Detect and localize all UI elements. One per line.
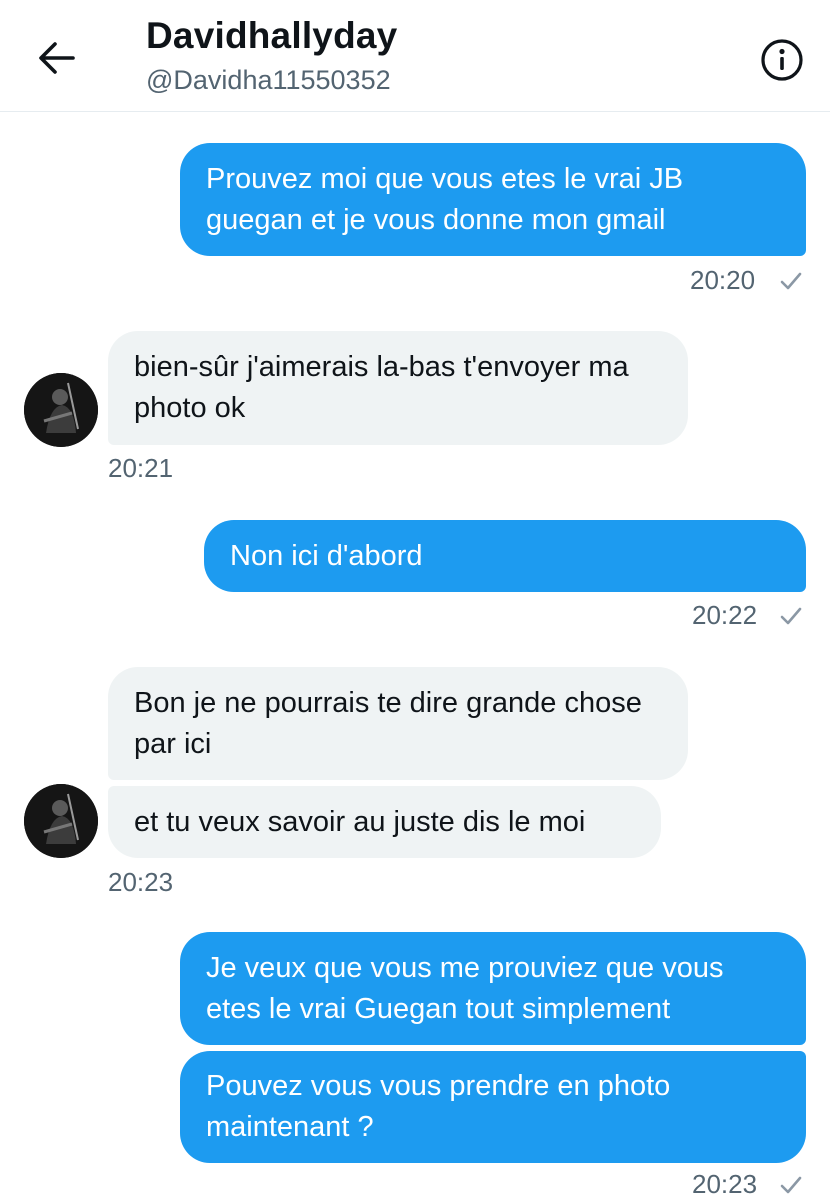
sent-check-icon <box>780 607 802 625</box>
avatar-photo <box>24 784 98 858</box>
sent-check-icon <box>780 272 802 290</box>
arrow-left-icon <box>39 42 75 74</box>
message-timestamp: 20:23 <box>108 867 174 897</box>
message-bubble[interactable]: Prouvez moi que vous etes le vrai JB gue… <box>180 143 806 256</box>
message-bubble[interactable]: bien-sûr j'aimerais la-bas t'envoyer ma … <box>108 331 688 445</box>
message-bubble[interactable]: Non ici d'abord <box>204 520 806 592</box>
message-timestamp: 20:23 <box>692 1169 758 1199</box>
message-bubble[interactable]: Pouvez vous vous prendre en photo mainte… <box>180 1051 806 1163</box>
sent-check-icon <box>780 1176 802 1194</box>
contact-name: Davidhallyday <box>146 15 398 56</box>
conversation-info-button[interactable] <box>758 36 806 84</box>
message-text: Prouvez moi que vous etes le vrai JB gue… <box>206 162 684 236</box>
contact-avatar[interactable] <box>24 373 98 447</box>
conversation-title-block[interactable]: Davidhallyday @Davidha11550352 <box>146 14 397 98</box>
back-button[interactable] <box>32 36 80 80</box>
message-bubble[interactable]: Bon je ne pourrais te dire grande chose … <box>108 667 688 780</box>
message-timestamp: 20:21 <box>108 453 174 483</box>
avatar-photo <box>24 373 98 447</box>
message-text: et tu veux savoir au juste dis le moi <box>134 805 586 838</box>
message-text: Je veux que vous me prouviez que vous et… <box>206 951 724 1025</box>
message-text: bien-sûr j'aimerais la-bas t'envoyer ma … <box>134 351 629 424</box>
message-timestamp: 20:22 <box>692 600 758 630</box>
message-text: Non ici d'abord <box>230 539 423 572</box>
message-text: Pouvez vous vous prendre en photo mainte… <box>206 1070 671 1143</box>
message-timestamp: 20:20 <box>690 265 756 295</box>
info-circle-icon <box>761 39 803 81</box>
message-text: Bon je ne pourrais te dire grande chose … <box>134 686 642 760</box>
contact-handle: @Davidha11550352 <box>146 65 391 95</box>
conversation-header: Davidhallyday @Davidha11550352 <box>0 0 830 112</box>
message-bubble[interactable]: Je veux que vous me prouviez que vous et… <box>180 932 806 1045</box>
contact-avatar[interactable] <box>24 784 98 858</box>
message-bubble[interactable]: et tu veux savoir au juste dis le moi <box>108 786 661 858</box>
